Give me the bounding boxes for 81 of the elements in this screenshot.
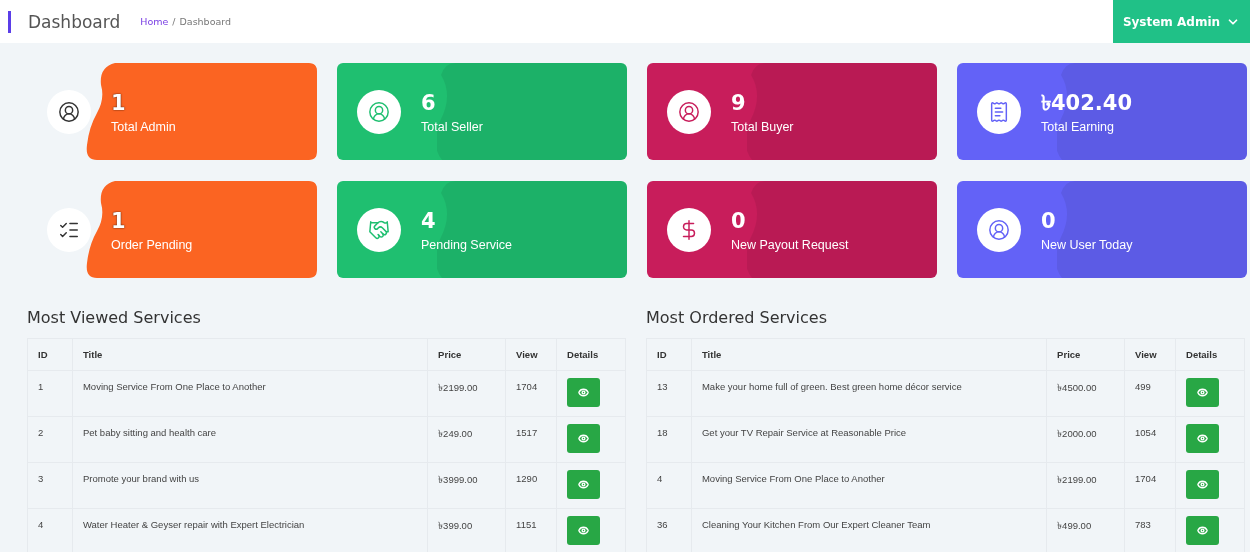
table-cell: 18 <box>646 416 692 463</box>
table-cell: Promote your brand with us <box>72 462 428 509</box>
table-cell: 3 <box>27 462 73 509</box>
table-cell: 1704 <box>1124 462 1176 509</box>
stat-label: New Payout Request <box>731 237 849 252</box>
user-icon <box>368 100 390 123</box>
stat-label: New User Today <box>1041 237 1133 252</box>
user-icon <box>988 218 1010 241</box>
user-icon <box>678 100 700 123</box>
stat-label: Total Earning <box>1041 119 1115 134</box>
page-title: Dashboard <box>28 11 121 32</box>
view-details-button[interactable] <box>1186 424 1219 453</box>
eye-icon <box>578 433 589 444</box>
view-details-button[interactable] <box>1186 470 1219 499</box>
column-header: View <box>1124 338 1176 371</box>
stat-value: ৳402.40 <box>1041 89 1133 116</box>
stat-label: Total Admin <box>111 119 176 134</box>
eye-icon <box>578 479 589 490</box>
table-cell: 4 <box>27 508 73 552</box>
table-cell: ৳2000.00 <box>1046 416 1125 463</box>
accent-bar <box>8 10 11 33</box>
stat-label: Total Buyer <box>731 119 794 134</box>
table-cell: ৳2199.00 <box>427 370 506 417</box>
column-header: ID <box>27 338 73 371</box>
table-cell: 499 <box>1124 370 1176 417</box>
table-cell: 1290 <box>505 462 557 509</box>
table-cell: Moving Service From One Place to Another <box>691 462 1047 509</box>
stat-value: 6 <box>421 89 437 116</box>
view-details-button[interactable] <box>1186 516 1219 545</box>
table-cell: ৳2199.00 <box>1046 462 1125 509</box>
table-cell: 36 <box>646 508 692 552</box>
view-details-button[interactable] <box>567 424 600 453</box>
column-header: Details <box>1175 338 1245 371</box>
eye-icon <box>1197 479 1208 490</box>
table-cell: 4 <box>646 462 692 509</box>
column-header: Price <box>427 338 506 371</box>
breadcrumb-link[interactable]: Home <box>140 16 169 27</box>
breadcrumb-separator: / <box>172 16 176 27</box>
column-header: ID <box>646 338 692 371</box>
section-title: Most Ordered Services <box>646 308 828 327</box>
section-title: Most Viewed Services <box>27 308 202 327</box>
eye-icon <box>1197 433 1208 444</box>
column-header: View <box>505 338 557 371</box>
view-details-button[interactable] <box>567 470 600 499</box>
table-cell: Moving Service From One Place to Another <box>72 370 428 417</box>
handshake-icon <box>368 218 390 241</box>
breadcrumb-current: Dashboard <box>179 16 232 27</box>
stat-value: 1 <box>111 89 127 116</box>
stat-value: 4 <box>421 207 437 234</box>
table-cell: 1054 <box>1124 416 1176 463</box>
eye-icon <box>1197 387 1208 398</box>
table-cell: ৳3999.00 <box>427 462 506 509</box>
table-cell: Get your TV Repair Service at Reasonable Price <box>691 416 1047 463</box>
stat-value: 1 <box>111 207 127 234</box>
view-details-button[interactable] <box>567 378 600 407</box>
table-cell: 1 <box>27 370 73 417</box>
stat-value: 9 <box>731 89 747 116</box>
stat-label: Pending Service <box>421 237 513 252</box>
stat-value: 0 <box>731 207 747 234</box>
view-details-button[interactable] <box>567 516 600 545</box>
view-details-button[interactable] <box>1186 378 1219 407</box>
stat-value: 0 <box>1041 207 1057 234</box>
invoice-icon <box>988 100 1010 123</box>
table-cell: 1517 <box>505 416 557 463</box>
column-header: Price <box>1046 338 1125 371</box>
column-header: Title <box>691 338 1047 371</box>
eye-icon <box>578 525 589 536</box>
column-header: Title <box>72 338 428 371</box>
eye-icon <box>1197 525 1208 536</box>
table-cell: ৳4500.00 <box>1046 370 1125 417</box>
eye-icon <box>578 387 589 398</box>
table-cell: ৳249.00 <box>427 416 506 463</box>
column-header: Details <box>556 338 626 371</box>
table-cell: 2 <box>27 416 73 463</box>
table-cell: Pet baby sitting and health care <box>72 416 428 463</box>
stat-label: Total Seller <box>421 119 483 134</box>
user-icon <box>58 100 80 123</box>
stat-label: Order Pending <box>111 237 193 252</box>
table-cell: 1704 <box>505 370 557 417</box>
table-cell: Make your home full of green. Best green home décor service <box>691 370 1047 417</box>
table-cell: 13 <box>646 370 692 417</box>
